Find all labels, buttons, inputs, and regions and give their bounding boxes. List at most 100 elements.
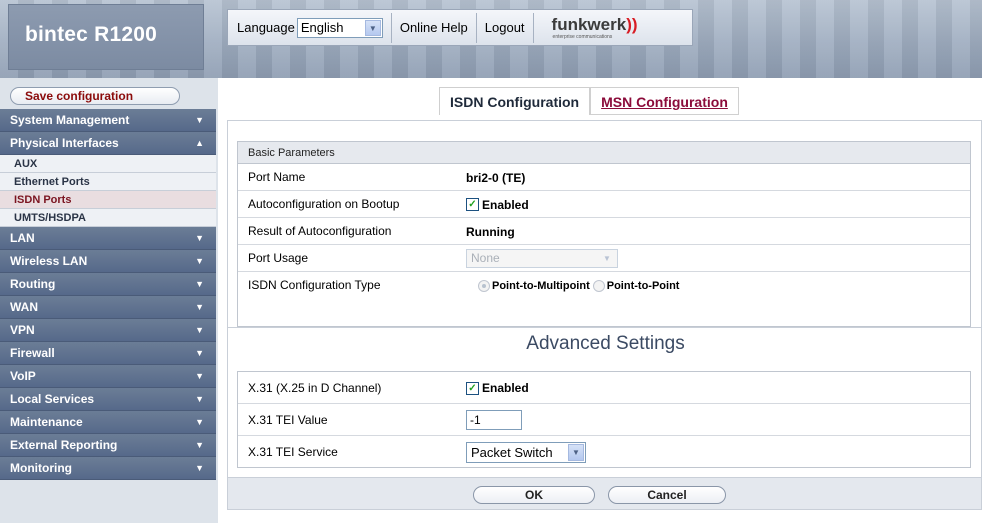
sidebar-item-vpn[interactable]: VPN ▼ xyxy=(0,319,216,342)
x31-checkbox-label: Enabled xyxy=(482,381,529,395)
section-title: Basic Parameters xyxy=(238,142,970,164)
chevron-up-icon: ▲ xyxy=(195,138,204,148)
sidebar-subitem-isdn-ports[interactable]: ISDN Ports xyxy=(0,191,216,209)
save-configuration-button[interactable]: Save configuration xyxy=(10,87,180,105)
sidebar-subitem-umts-hsdpa[interactable]: UMTS/HSDPA xyxy=(0,209,216,227)
port-name-label: Port Name xyxy=(248,170,306,184)
sidebar-item-monitoring[interactable]: Monitoring ▼ xyxy=(0,457,216,480)
top-toolbar: Language English ▼ Online Help Logout fu… xyxy=(227,9,693,46)
radio-point-to-multipoint-label: Point-to-Multipoint xyxy=(492,279,590,292)
chevron-down-icon[interactable]: ▼ xyxy=(364,19,381,36)
result-value: Running xyxy=(466,224,515,239)
port-usage-select: None ▼ xyxy=(466,249,618,268)
vendor-tagline: enterprise communications xyxy=(552,33,613,40)
tei-value-label: X.31 TEI Value xyxy=(248,413,328,427)
toolbar-divider xyxy=(390,12,392,43)
tab-bar: ISDN Configuration MSN Configuration xyxy=(439,87,739,115)
brand-block: bintec R1200 xyxy=(8,4,204,70)
sidebar-item-firewall[interactable]: Firewall ▼ xyxy=(0,342,216,365)
x31-checkbox[interactable]: ✓ xyxy=(466,381,479,395)
sidebar-item-external-reporting[interactable]: External Reporting ▼ xyxy=(0,434,216,457)
sidebar-item-label: Wireless LAN xyxy=(10,254,88,268)
x31-label: X.31 (X.25 in D Channel) xyxy=(248,381,382,395)
chevron-down-icon: ▼ xyxy=(195,302,204,312)
chevron-down-icon: ▼ xyxy=(195,233,204,243)
brand-title: bintec R1200 xyxy=(25,23,157,46)
sidebar-item-wan[interactable]: WAN ▼ xyxy=(0,296,216,319)
main-panel: Basic Parameters Port Name bri2-0 (TE) A… xyxy=(227,120,982,510)
advanced-settings-section: X.31 (X.25 in D Channel) ✓ Enabled X.31 … xyxy=(237,371,971,468)
form-row: Port Name bri2-0 (TE) xyxy=(238,164,970,191)
sidebar-item-label: Physical Interfaces xyxy=(10,136,119,150)
advanced-settings-title: Advanced Settings xyxy=(526,333,685,354)
chevron-down-icon: ▼ xyxy=(195,325,204,335)
sidebar-item-wireless-lan[interactable]: Wireless LAN ▼ xyxy=(0,250,216,273)
tei-service-label: X.31 TEI Service xyxy=(248,445,338,459)
sidebar-item-voip[interactable]: VoIP ▼ xyxy=(0,365,216,388)
sidebar-item-system-management[interactable]: System Management ▼ xyxy=(0,109,216,132)
language-select-value: English xyxy=(300,20,344,35)
port-usage-label: Port Usage xyxy=(248,251,309,265)
chevron-down-icon: ▼ xyxy=(195,348,204,358)
ok-button[interactable]: OK xyxy=(473,486,595,504)
port-usage-value: None xyxy=(471,251,500,265)
sidebar-subitem-aux[interactable]: AUX xyxy=(0,155,216,173)
sidebar-item-routing[interactable]: Routing ▼ xyxy=(0,273,216,296)
tab-msn-configuration[interactable]: MSN Configuration xyxy=(590,87,739,115)
tei-service-value: Packet Switch xyxy=(471,444,553,460)
sidebar-item-label: Local Services xyxy=(10,392,95,406)
x31-field: ✓ Enabled xyxy=(466,372,529,404)
tei-value-field: -1 xyxy=(466,404,522,436)
sidebar-item-label: Monitoring xyxy=(10,461,72,475)
sidebar-item-label: External Reporting xyxy=(10,438,118,452)
tei-service-field: Packet Switch ▼ xyxy=(466,436,586,468)
autoconf-field: ✓ Enabled xyxy=(466,191,529,218)
form-row: X.31 TEI Service Packet Switch ▼ xyxy=(238,436,970,468)
form-row: X.31 (X.25 in D Channel) ✓ Enabled xyxy=(238,372,970,404)
language-select[interactable]: English ▼ xyxy=(296,17,383,38)
port-name-value: bri2-0 (TE) xyxy=(466,170,526,185)
result-label: Result of Autoconfiguration xyxy=(248,224,392,238)
toolbar-divider xyxy=(532,12,534,43)
chevron-down-icon: ▼ xyxy=(195,394,204,404)
form-row: ISDN Configuration Type Point-to-Multipo… xyxy=(238,272,970,299)
autoconf-checkbox[interactable]: ✓ xyxy=(466,198,479,211)
vendor-logo-mark: )) xyxy=(626,14,638,34)
port-usage-field: None ▼ xyxy=(466,245,618,272)
sidebar-item-lan[interactable]: LAN ▼ xyxy=(0,227,216,250)
autoconf-label: Autoconfiguration on Bootup xyxy=(248,197,400,211)
chevron-down-icon: ▼ xyxy=(195,440,204,450)
form-row: Result of Autoconfiguration Running xyxy=(238,218,970,245)
config-type-field: Point-to-Multipoint Point-to-Point xyxy=(478,272,679,299)
vendor-logo-text: funkwerk xyxy=(551,14,627,34)
config-type-label: ISDN Configuration Type xyxy=(248,278,381,292)
chevron-down-icon: ▼ xyxy=(195,417,204,427)
radio-point-to-point xyxy=(592,279,605,292)
sidebar-item-label: LAN xyxy=(10,231,35,245)
chevron-down-icon: ▼ xyxy=(603,254,611,263)
sidebar: Save configuration System Management ▼ Ph… xyxy=(0,78,218,523)
sidebar-nav: System Management ▼ Physical Interfaces ▲ … xyxy=(0,109,216,480)
tei-service-select[interactable]: Packet Switch ▼ xyxy=(466,441,586,463)
tei-value-input[interactable]: -1 xyxy=(466,410,522,430)
chevron-down-icon: ▼ xyxy=(195,256,204,266)
logout-link[interactable]: Logout xyxy=(485,20,525,35)
sidebar-subitem-ethernet-ports[interactable]: Ethernet Ports xyxy=(0,173,216,191)
toolbar-divider xyxy=(475,12,477,43)
sidebar-item-maintenance[interactable]: Maintenance ▼ xyxy=(0,411,216,434)
tab-isdn-configuration[interactable]: ISDN Configuration xyxy=(439,87,591,115)
language-label: Language xyxy=(237,20,295,35)
sidebar-item-local-services[interactable]: Local Services ▼ xyxy=(0,388,216,411)
online-help-link[interactable]: Online Help xyxy=(400,20,468,35)
vendor-logo: funkwerk)) enterprise communications xyxy=(551,14,638,40)
chevron-down-icon: ▼ xyxy=(195,279,204,289)
sidebar-item-label: System Management xyxy=(10,113,130,127)
chevron-down-icon[interactable]: ▼ xyxy=(568,443,584,461)
header-bar: bintec R1200 Language English ▼ Online H… xyxy=(0,0,982,78)
cancel-button[interactable]: Cancel xyxy=(608,486,726,504)
radio-point-to-multipoint xyxy=(478,279,490,292)
basic-parameters-section: Basic Parameters Port Name bri2-0 (TE) A… xyxy=(237,141,971,327)
sidebar-item-physical-interfaces[interactable]: Physical Interfaces ▲ xyxy=(0,132,216,155)
sidebar-item-label: Routing xyxy=(10,277,56,291)
form-row: Port Usage None ▼ xyxy=(238,245,970,272)
